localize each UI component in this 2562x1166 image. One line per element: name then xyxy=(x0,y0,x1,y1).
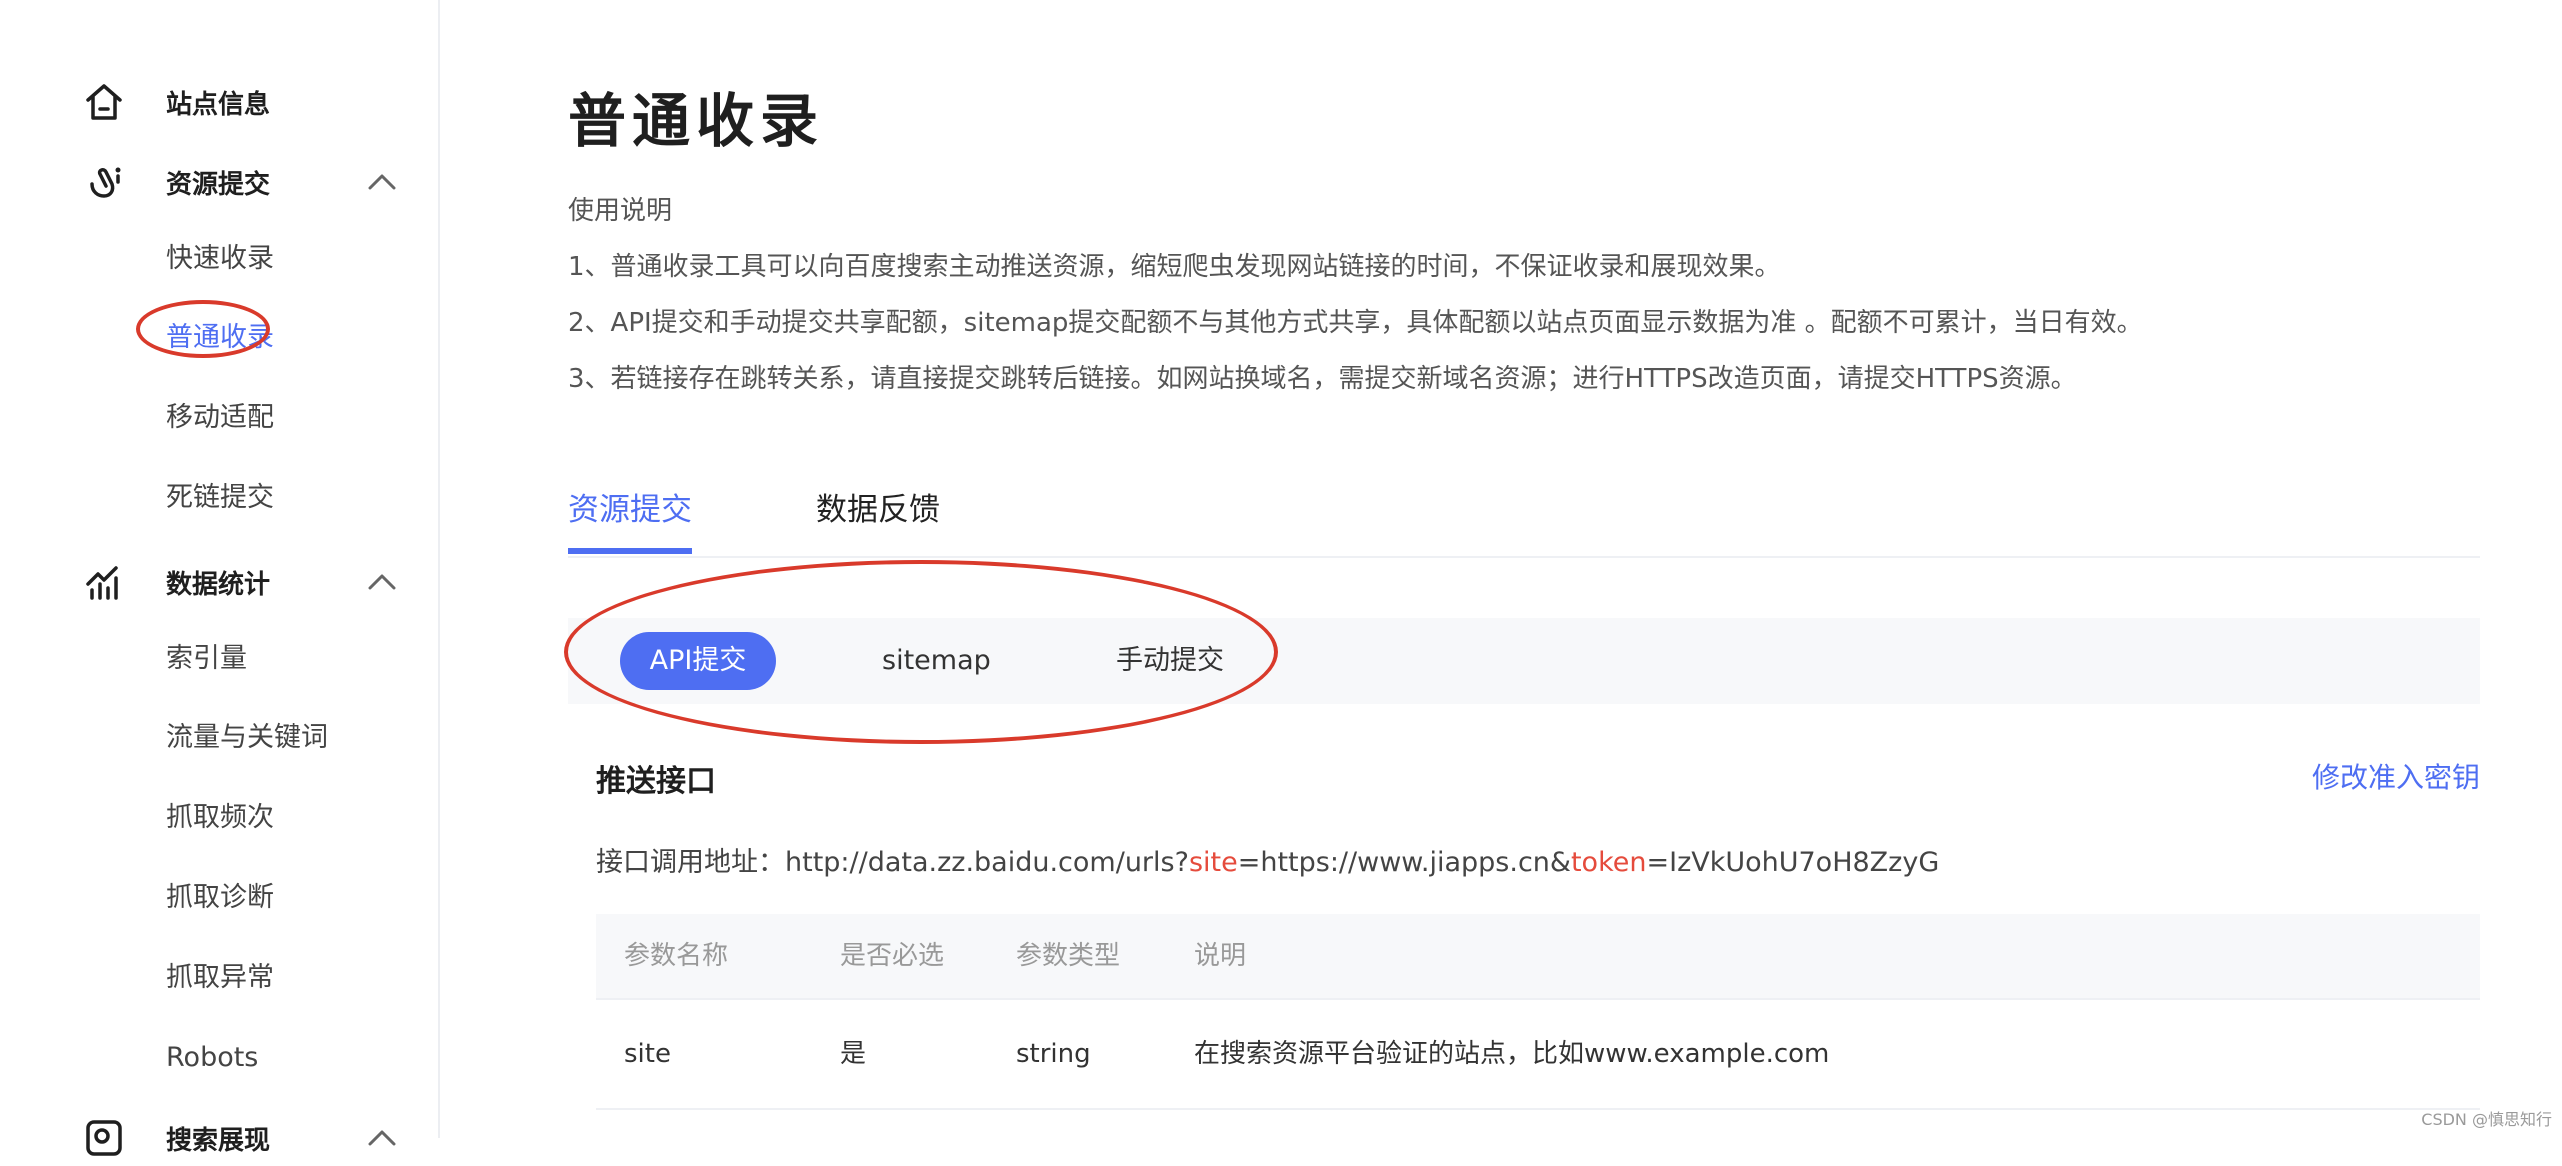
push-api-heading: 推送接口 xyxy=(596,764,716,799)
sidebar-item-robots[interactable]: Robots xyxy=(166,1036,258,1080)
endpoint-url: 接口调用地址：http://data.zz.baidu.com/urls?sit… xyxy=(596,840,1939,879)
params-table: 参数名称 是否必选 参数类型 说明 site 是 string 在搜索资源平台验… xyxy=(596,914,2480,1110)
subtab-api-submit[interactable]: API提交 xyxy=(620,632,776,690)
modify-access-key-link[interactable]: 修改准入密钥 xyxy=(2312,756,2480,796)
column-header: 是否必选 xyxy=(840,941,945,971)
column-header: 参数类型 xyxy=(1016,941,1121,971)
stats-icon xyxy=(82,560,126,604)
sidebar-item-crawl-errors[interactable]: 抓取异常 xyxy=(166,956,274,1000)
sidebar-group-resource-submit[interactable]: 资源提交 xyxy=(82,154,402,210)
column-header: 参数名称 xyxy=(624,941,729,971)
resource-submit-icon xyxy=(82,160,126,204)
sidebar-item-crawl-diagnosis[interactable]: 抓取诊断 xyxy=(166,876,274,920)
tab-data-feedback[interactable]: 数据反馈 xyxy=(816,484,940,554)
subtab-sitemap[interactable]: sitemap xyxy=(882,632,991,690)
page-title: 普通收录 xyxy=(568,87,825,155)
tab-resource-submit[interactable]: 资源提交 xyxy=(568,484,692,554)
sidebar-group-label: 数据统计 xyxy=(166,569,271,600)
endpoint-value-site: =https://www.jiapps.cn& xyxy=(1237,847,1571,878)
chevron-up-icon[interactable] xyxy=(362,562,402,602)
home-icon xyxy=(82,80,126,124)
table-cell: string xyxy=(1016,1039,1091,1069)
sidebar-item-mobile-adapt[interactable]: 移动适配 xyxy=(166,396,274,440)
sidebar-group-search-display[interactable]: 搜索展现 xyxy=(82,1110,402,1166)
sidebar-item-dead-link[interactable]: 死链提交 xyxy=(166,476,274,520)
endpoint-prefix: 接口调用地址：http://data.zz.baidu.com/urls? xyxy=(596,847,1189,878)
sidebar-group-label: 资源提交 xyxy=(166,169,271,200)
endpoint-param-token: token xyxy=(1570,847,1647,878)
sidebar-item-traffic-keywords[interactable]: 流量与关键词 xyxy=(166,716,328,760)
table-cell: site xyxy=(624,1039,671,1069)
sidebar-group-site-info[interactable]: 站点信息 xyxy=(82,74,402,130)
sidebar-group-data-stats[interactable]: 数据统计 xyxy=(82,554,402,610)
endpoint-value-token: =IzVkUohU7oH8ZzyG xyxy=(1646,847,1940,878)
sidebar-group-label: 搜索展现 xyxy=(166,1125,271,1156)
table-header: 参数名称 是否必选 参数类型 说明 xyxy=(596,914,2480,1000)
sidebar-item-quick-index[interactable]: 快速收录 xyxy=(166,237,274,281)
table-cell: 在搜索资源平台验证的站点，比如www.example.com xyxy=(1194,1039,1830,1069)
sidebar: 站点信息 资源提交 快速收录 普通收录 移动适配 死链提交 数据统计 索引量 流… xyxy=(0,0,440,1156)
subtab-manual-submit[interactable]: 手动提交 xyxy=(1116,632,1224,690)
endpoint-param-site: site xyxy=(1188,847,1238,878)
table-cell: 是 xyxy=(840,1039,867,1069)
sidebar-item-normal-index[interactable]: 普通收录 xyxy=(166,316,274,360)
main-content: 普通收录 使用说明 1、普通收录工具可以向百度搜索主动推送资源，缩短爬虫发现网站… xyxy=(564,0,2480,1138)
main-tabs: 资源提交 数据反馈 xyxy=(568,470,2480,558)
sidebar-item-index-volume[interactable]: 索引量 xyxy=(166,637,247,681)
submit-method-tabs: API提交 sitemap 手动提交 xyxy=(568,618,2480,704)
sidebar-group-label: 站点信息 xyxy=(166,89,271,120)
table-row: site 是 string 在搜索资源平台验证的站点，比如www.example… xyxy=(596,1000,2480,1110)
usage-line-2: 2、API提交和手动提交共享配额，sitemap提交配额不与其他方式共享，具体配… xyxy=(568,308,2143,338)
chevron-up-icon[interactable] xyxy=(362,1118,402,1158)
chevron-up-icon[interactable] xyxy=(362,162,402,202)
search-display-icon xyxy=(82,1116,126,1160)
sidebar-item-crawl-frequency[interactable]: 抓取频次 xyxy=(166,796,274,840)
usage-line-3: 3、若链接存在跳转关系，请直接提交跳转后链接。如网站换域名，需提交新域名资源；进… xyxy=(568,364,2077,394)
watermark: CSDN @慎思知行 xyxy=(2421,1110,2552,1129)
usage-heading: 使用说明 xyxy=(568,196,673,226)
column-header: 说明 xyxy=(1194,941,1247,971)
usage-line-1: 1、普通收录工具可以向百度搜索主动推送资源，缩短爬虫发现网站链接的时间，不保证收… xyxy=(568,252,1781,282)
